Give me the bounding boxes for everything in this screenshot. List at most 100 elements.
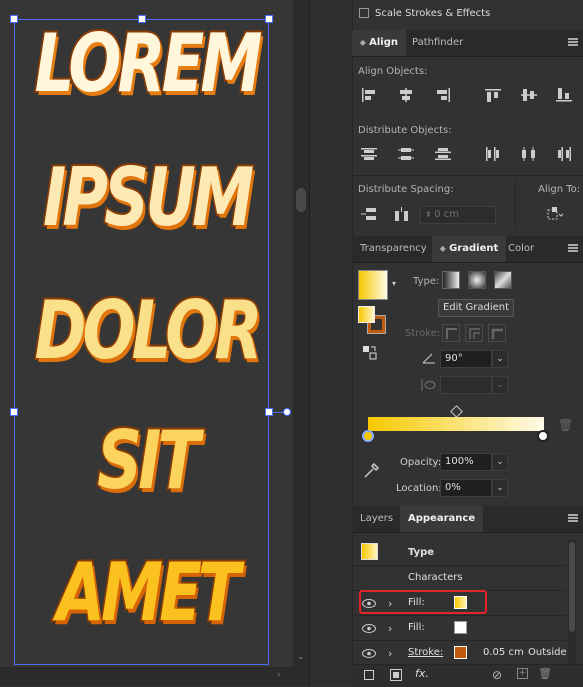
angle-input[interactable]: 90° [440,350,492,368]
handle-top-middle[interactable] [138,15,146,23]
duplicate-item-icon[interactable]: + [517,668,528,679]
swap-fill-stroke-icon[interactable] [362,345,378,361]
tab-appearance[interactable]: Appearance [400,506,484,532]
stroke-color-swatch[interactable] [454,646,467,659]
add-effect-fx-icon[interactable]: fx. [415,667,429,680]
fill-white-swatch[interactable] [454,621,467,634]
vertical-distribute-space-icon[interactable] [360,206,378,222]
tab-gradient[interactable]: ⬥ Gradient [432,236,507,262]
tab-transparency[interactable]: Transparency [352,236,435,262]
horizontal-distribute-space-icon[interactable] [393,206,411,222]
scale-strokes-label: Scale Strokes & Effects [375,8,491,19]
appearance-panel-menu-icon[interactable] [568,514,578,522]
delete-item-icon[interactable]: 🗑 [538,667,552,680]
eyedropper-icon[interactable] [362,462,380,480]
divider [352,175,583,176]
gradient-preview-swatch[interactable] [358,270,388,300]
appearance-bottom-toolbar: fx. ⊘ + 🗑 [352,664,583,687]
radial-gradient-button[interactable] [468,271,486,289]
gradient-presets-dropdown-icon[interactable]: ▾ [392,279,396,288]
add-new-stroke-icon[interactable] [364,670,374,680]
gradient-stop-start[interactable] [362,430,374,442]
distribute-bottom-icon[interactable] [434,146,452,162]
gradient-panel-menu-icon[interactable] [568,244,578,252]
appearance-scrollbar[interactable] [568,540,576,664]
appearance-panel-header: Layers Appearance [352,506,583,533]
characters-row[interactable]: Characters [352,566,566,591]
distribute-horizontal-center-icon[interactable] [520,146,538,162]
align-panel-menu-icon[interactable] [568,38,578,46]
distribute-objects-label: Distribute Objects: [358,125,452,136]
linear-gradient-button[interactable] [442,271,460,289]
distribute-spacing-label: Distribute Spacing: [358,184,454,195]
appearance-fill-row[interactable]: › Fill: [352,616,566,641]
canvas-horizontal-scrollbar[interactable]: › [0,667,293,686]
opacity-dropdown-icon[interactable]: ⌄ [492,453,508,471]
tab-pathfinder[interactable]: Pathfinder [404,30,471,56]
panel-dock: Scale Strokes & Effects ⬥ Align Pathfind… [309,0,583,687]
distribute-vertical-center-icon[interactable] [397,146,415,162]
expand-chevron-icon[interactable]: › [388,622,392,635]
aspect-ratio-dropdown-icon: ⌄ [492,376,508,394]
opacity-label: Opacity: [400,457,442,468]
scale-strokes-checkbox[interactable] [359,8,369,18]
align-left-icon[interactable] [360,87,378,103]
distribute-left-icon[interactable] [484,146,502,162]
stroke-align-value[interactable]: Outside [528,647,567,658]
handle-top-right[interactable] [265,15,273,23]
expand-chevron-icon[interactable]: › [388,647,392,660]
align-objects-label: Align Objects: [358,66,428,77]
tab-align[interactable]: ⬥ Align [352,30,406,56]
fill-label: Fill: [408,622,425,633]
canvas-vertical-scrollbar[interactable]: ⌄ [293,0,309,686]
gradient-slider-bar[interactable] [368,417,544,431]
align-right-icon[interactable] [434,87,452,103]
stroke-gradient-label: Stroke: [405,328,441,339]
scrollbar-thumb[interactable] [296,188,306,212]
align-bottom-icon[interactable] [555,87,573,103]
stroke-weight-value[interactable]: 0.05 cm [483,647,524,658]
scroll-down-icon[interactable]: ⌄ [297,652,305,662]
object-type-label: Type [408,547,435,558]
tab-layers[interactable]: Layers [352,506,401,532]
freeform-gradient-button[interactable] [494,271,512,289]
distribute-spacing-input[interactable]: ⬍ 0 cm [420,206,496,224]
stroke-across-icon [488,324,506,342]
text-out-port[interactable] [283,408,291,416]
distribute-right-icon[interactable] [555,146,573,162]
tab-color[interactable]: Color [500,236,542,262]
appearance-stroke-row[interactable]: › Stroke: 0.05 cm Outside [352,641,567,666]
edit-gradient-button[interactable]: Edit Gradient [438,299,514,317]
stroke-along-icon [465,324,483,342]
clear-appearance-icon[interactable]: ⊘ [492,668,502,682]
aspect-ratio-input [440,376,492,394]
handle-top-left[interactable] [10,15,18,23]
align-panel-header: ⬥ Align Pathfinder [352,30,583,57]
fill-swatch[interactable] [358,306,375,323]
angle-dropdown-icon[interactable]: ⌄ [492,350,508,368]
fill-row-highlight-outline [359,590,487,614]
scroll-right-icon[interactable]: › [277,670,281,680]
appearance-object-row[interactable]: Type [352,540,566,566]
visibility-eye-icon[interactable] [362,649,376,658]
aspect-ratio-icon [420,378,436,392]
location-input[interactable]: 0% [440,479,492,497]
panel-dock-gutter [310,0,353,686]
opacity-input[interactable]: 100% [440,453,492,471]
visibility-eye-icon[interactable] [362,624,376,633]
gradient-panel-header: Transparency ⬥ Gradient Color [352,236,583,263]
location-dropdown-icon[interactable]: ⌄ [492,479,508,497]
add-new-fill-icon[interactable] [390,669,402,681]
distribute-top-icon[interactable] [360,146,378,162]
stroke-within-icon [442,324,460,342]
stroke-label[interactable]: Stroke: [408,647,443,658]
gradient-midpoint-diamond[interactable] [450,405,463,418]
align-top-icon[interactable] [484,87,502,103]
align-to-selection-icon[interactable] [546,206,564,222]
align-vertical-center-icon[interactable] [520,87,538,103]
align-horizontal-center-icon[interactable] [397,87,415,103]
handle-middle-left[interactable] [10,408,18,416]
gradient-stop-end[interactable] [537,430,549,442]
delete-stop-icon: 🗑 [558,418,574,432]
artboard-canvas[interactable]: LOREM IPSUM DOLOR SIT AMET [0,0,293,686]
